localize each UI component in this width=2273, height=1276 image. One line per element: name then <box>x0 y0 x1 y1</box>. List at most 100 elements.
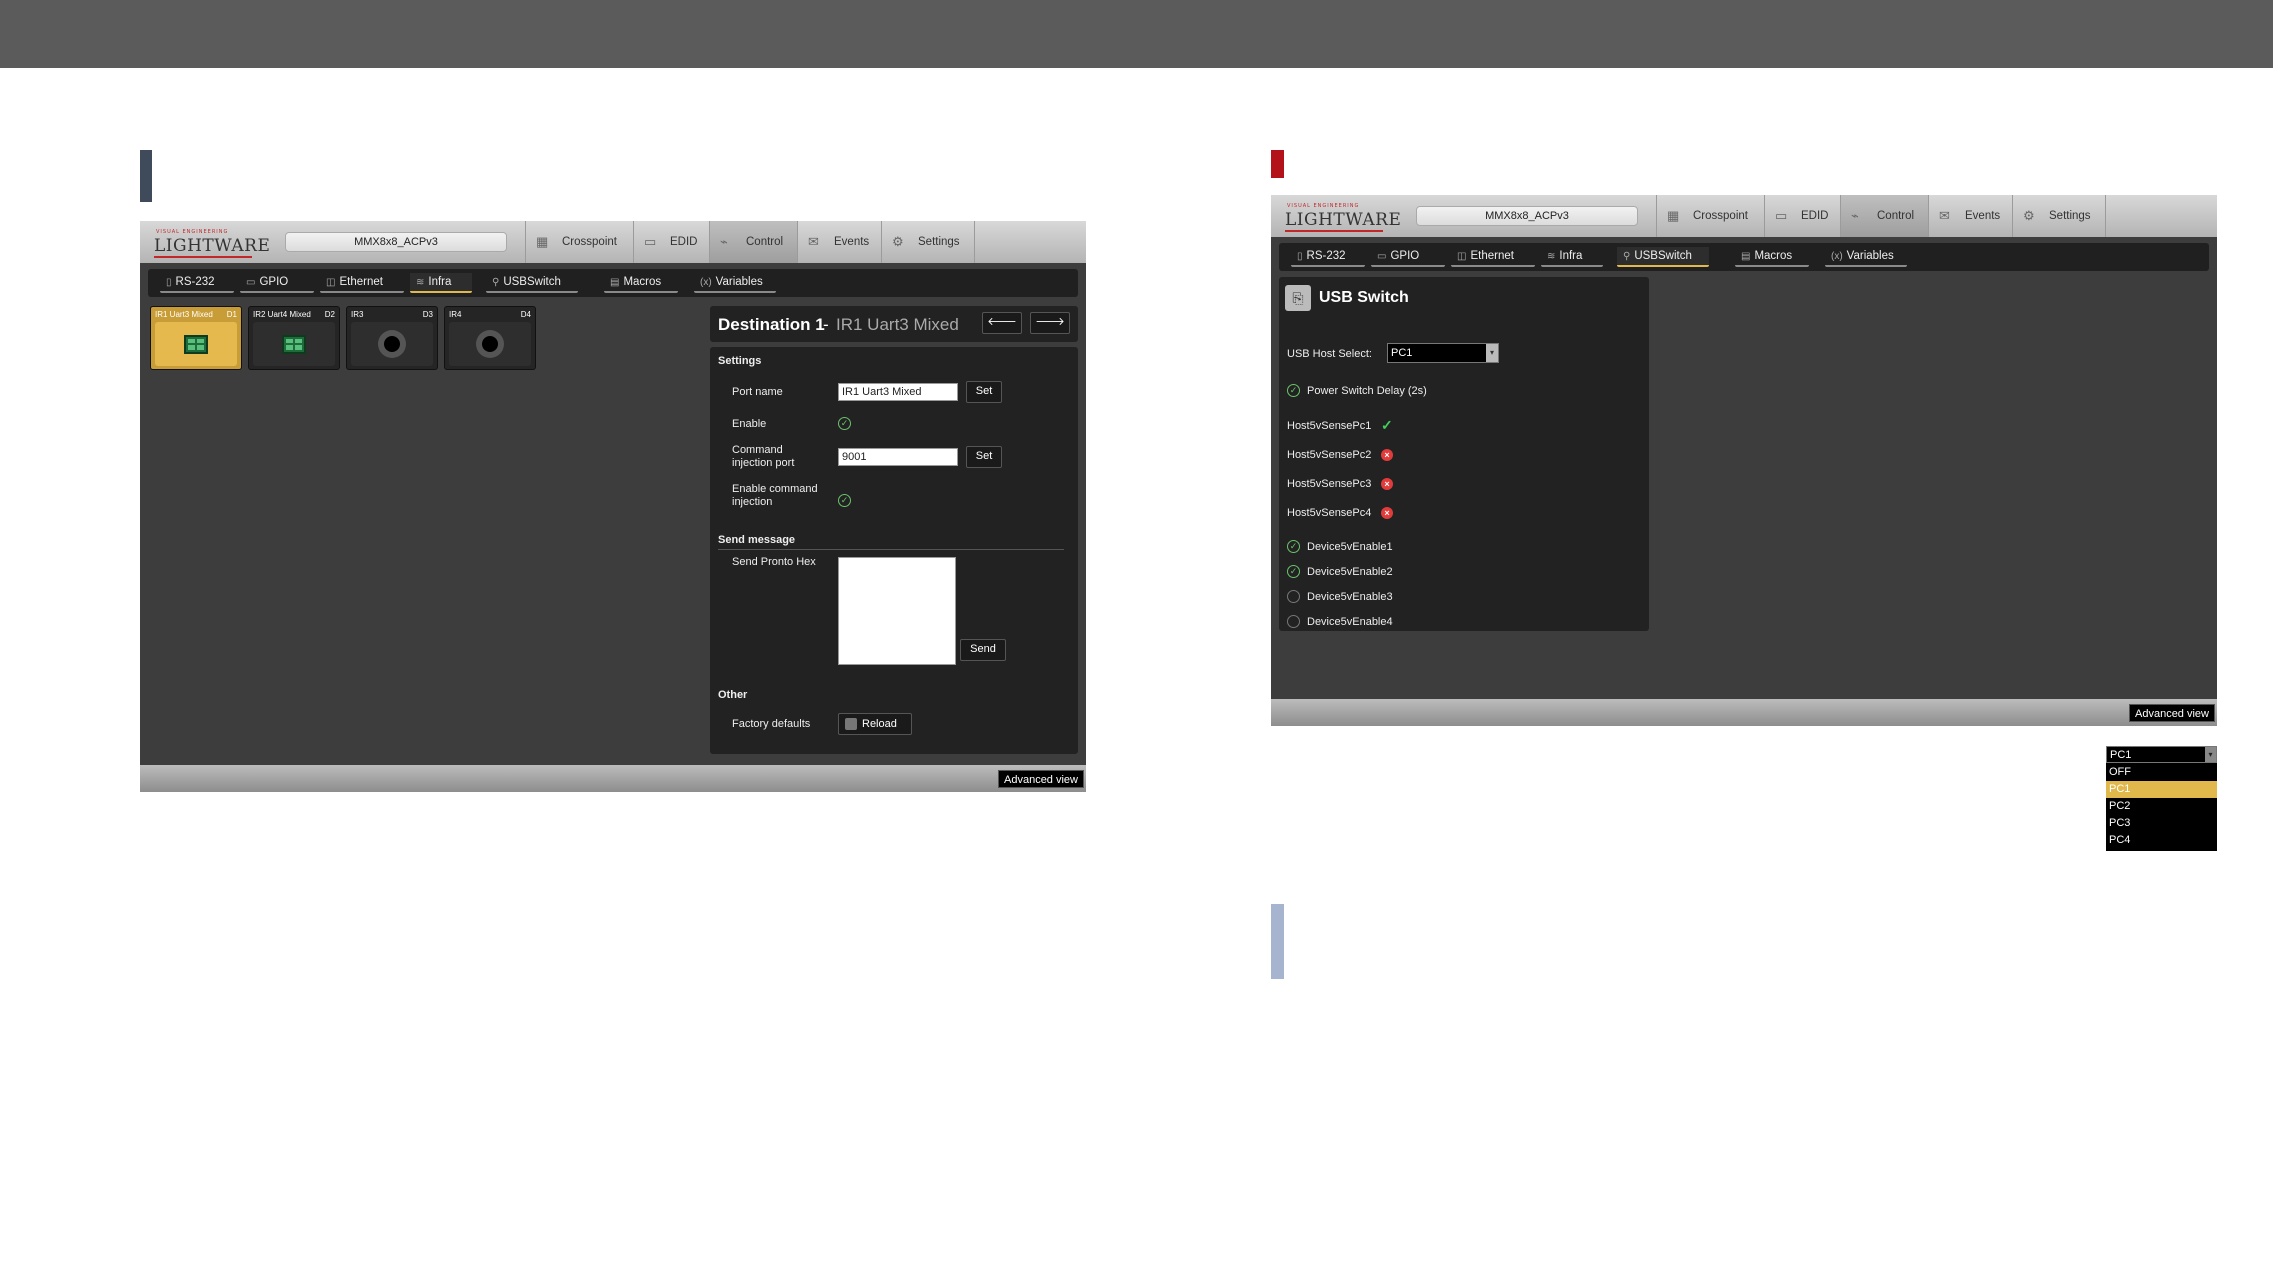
subtab-infra[interactable]: ≋ Infra <box>410 273 472 293</box>
device-enable-1-checkbox[interactable]: ✓ <box>1287 540 1300 553</box>
tab-settings[interactable]: ⚙ Settings <box>881 221 975 263</box>
subtab-infra[interactable]: ≋ Infra <box>1541 247 1603 267</box>
device-name-field[interactable]: MMX8x8_ACPv3 <box>285 232 507 252</box>
host-select-dropdown[interactable]: PC1 ▾ <box>1387 343 1499 363</box>
subtab-macros[interactable]: ▤ Macros <box>1735 247 1809 267</box>
settings-heading: Settings <box>718 355 762 367</box>
device-name-field[interactable]: MMX8x8_ACPv3 <box>1416 206 1638 226</box>
logo-tagline: VISUAL ENGINEERING <box>156 229 229 235</box>
tab-crosspoint[interactable]: ▦ Crosspoint <box>1656 195 1764 237</box>
tab-edid[interactable]: ▭ EDID <box>633 221 709 263</box>
dropdown-option-pc4[interactable]: PC4 <box>2106 832 2217 849</box>
port-name-input[interactable]: IR1 Uart3 Mixed <box>838 383 958 401</box>
pronto-hex-textarea[interactable] <box>838 557 956 665</box>
port-label: IR3 <box>351 310 364 319</box>
tab-events[interactable]: ✉ Events <box>1928 195 2012 237</box>
logo-underline <box>1285 230 1383 232</box>
power-switch-delay-label: Power Switch Delay (2s) <box>1307 385 1427 397</box>
tab-edid[interactable]: ▭ EDID <box>1764 195 1840 237</box>
subtab-macros[interactable]: ▤ Macros <box>604 273 678 293</box>
dropdown-selected-value[interactable]: PC1 ▾ <box>2106 746 2217 763</box>
device-enable-1-label: Device5vEnable1 <box>1307 541 1393 553</box>
cmd-port-input[interactable]: 9001 <box>838 448 958 466</box>
dropdown-option-off[interactable]: OFF <box>2106 764 2217 781</box>
destination-title: Destination 1 <box>718 315 825 334</box>
destination-header: Destination 1 - IR1 Uart3 Mixed 🡐 🡒 <box>710 306 1078 342</box>
tab-crosspoint[interactable]: ▦ Crosspoint <box>525 221 633 263</box>
port-tile-d4[interactable]: IR4 D4 <box>444 306 536 370</box>
device-enable-4-checkbox[interactable] <box>1287 615 1300 628</box>
port-name-label: Port name <box>732 386 783 398</box>
subtab-ethernet[interactable]: ◫ Ethernet <box>320 273 404 293</box>
tab-control[interactable]: ⌁ Control <box>1840 195 1928 237</box>
subtab-label: GPIO <box>259 276 289 288</box>
cmd-port-set-button[interactable]: Set <box>966 446 1002 468</box>
subtab-usbswitch[interactable]: ⚲ USBSwitch <box>486 273 578 293</box>
left-app-window: VISUAL ENGINEERING LIGHTWARE MMX8x8_ACPv… <box>140 221 1086 792</box>
subtab-rs232[interactable]: ▯ RS-232 <box>1291 247 1365 267</box>
tab-label: Events <box>1965 210 2001 222</box>
host-select-label: USB Host Select: <box>1287 348 1372 360</box>
monitor-icon: ▭ <box>1775 208 1788 223</box>
title-separator: - <box>823 315 829 334</box>
subtab-label: Macros <box>1754 250 1793 262</box>
cmd-port-label-2: injection port <box>732 457 795 469</box>
advanced-view-button[interactable]: Advanced view <box>998 770 1084 788</box>
usb-icon: ⚲ <box>492 276 500 288</box>
error-x-icon: × <box>1381 507 1393 519</box>
advanced-view-button[interactable]: Advanced view <box>2129 704 2215 722</box>
device-enable-3-checkbox[interactable] <box>1287 590 1300 603</box>
subtab-gpio[interactable]: ▭ GPIO <box>240 273 314 293</box>
subtab-variables[interactable]: (x) Variables <box>1825 247 1907 267</box>
port-name-set-button[interactable]: Set <box>966 381 1002 403</box>
device-enable-2-checkbox[interactable]: ✓ <box>1287 565 1300 578</box>
sub-tab-bar: ▯ RS-232 ▭ GPIO ◫ Ethernet ≋ Infra ⚲ USBSwitc… <box>148 269 1078 297</box>
section-divider <box>718 549 1064 550</box>
enable-checkbox[interactable]: ✓ <box>838 417 851 430</box>
subtab-usbswitch[interactable]: ⚲ USBSwitch <box>1617 247 1709 267</box>
destination-subtitle: IR1 Uart3 Mixed <box>836 315 959 334</box>
rs232-icon: ▯ <box>1297 250 1303 262</box>
port-connector-area <box>449 322 531 366</box>
host-select-dropdown-expanded: PC1 ▾ OFF PC1 PC2 PC3 PC4 <box>2106 746 2217 851</box>
control-icon: ⌁ <box>720 234 728 249</box>
chevron-down-icon: ▾ <box>2205 747 2216 762</box>
host-select-value: PC1 <box>1391 347 1413 359</box>
tab-label: Crosspoint <box>1693 210 1748 222</box>
port-connector-area <box>351 322 433 366</box>
tab-label: Settings <box>2049 210 2091 222</box>
tab-label: Events <box>834 236 870 248</box>
subtab-label: Variables <box>715 276 763 288</box>
tab-settings[interactable]: ⚙ Settings <box>2012 195 2106 237</box>
next-destination-button[interactable]: 🡒 <box>1030 312 1070 334</box>
tab-label: EDID <box>1801 210 1829 222</box>
dropdown-option-pc1[interactable]: PC1 <box>2106 781 2217 798</box>
cmd-port-label-1: Command <box>732 444 783 456</box>
subtab-rs232[interactable]: ▯ RS-232 <box>160 273 234 293</box>
power-switch-delay-checkbox[interactable]: ✓ <box>1287 384 1300 397</box>
port-label: IR4 <box>449 310 462 319</box>
events-icon: ✉ <box>1939 208 1950 223</box>
app-header: VISUAL ENGINEERING LIGHTWARE MMX8x8_ACPv… <box>140 221 1086 263</box>
subtab-label: USBSwitch <box>1634 250 1692 262</box>
enable-cmd-checkbox[interactable]: ✓ <box>838 494 851 507</box>
section-marker-left <box>140 150 152 202</box>
enable-label: Enable <box>732 418 767 430</box>
subtab-variables[interactable]: (x) Variables <box>694 273 776 293</box>
app-header: VISUAL ENGINEERING LIGHTWARE MMX8x8_ACPv… <box>1271 195 2217 237</box>
tab-control[interactable]: ⌁ Control <box>709 221 797 263</box>
tab-label: Settings <box>918 236 960 248</box>
dropdown-option-pc3[interactable]: PC3 <box>2106 815 2217 832</box>
tab-events[interactable]: ✉ Events <box>797 221 881 263</box>
port-tile-d3[interactable]: IR3 D3 <box>346 306 438 370</box>
sub-tab-bar: ▯ RS-232 ▭ GPIO ◫ Ethernet ≋ Infra ⚲ USBSwitc… <box>1279 243 2209 271</box>
port-tile-d1[interactable]: IR1 Uart3 Mixed D1 <box>150 306 242 370</box>
prev-destination-button[interactable]: 🡐 <box>982 312 1022 334</box>
subtab-gpio[interactable]: ▭ GPIO <box>1371 247 1445 267</box>
dropdown-option-pc2[interactable]: PC2 <box>2106 798 2217 815</box>
checkmark-icon: ✓ <box>1381 417 1393 433</box>
send-button[interactable]: Send <box>960 639 1006 661</box>
reload-button[interactable]: Reload <box>838 713 912 735</box>
subtab-ethernet[interactable]: ◫ Ethernet <box>1451 247 1535 267</box>
port-tile-d2[interactable]: IR2 Uart4 Mixed D2 <box>248 306 340 370</box>
